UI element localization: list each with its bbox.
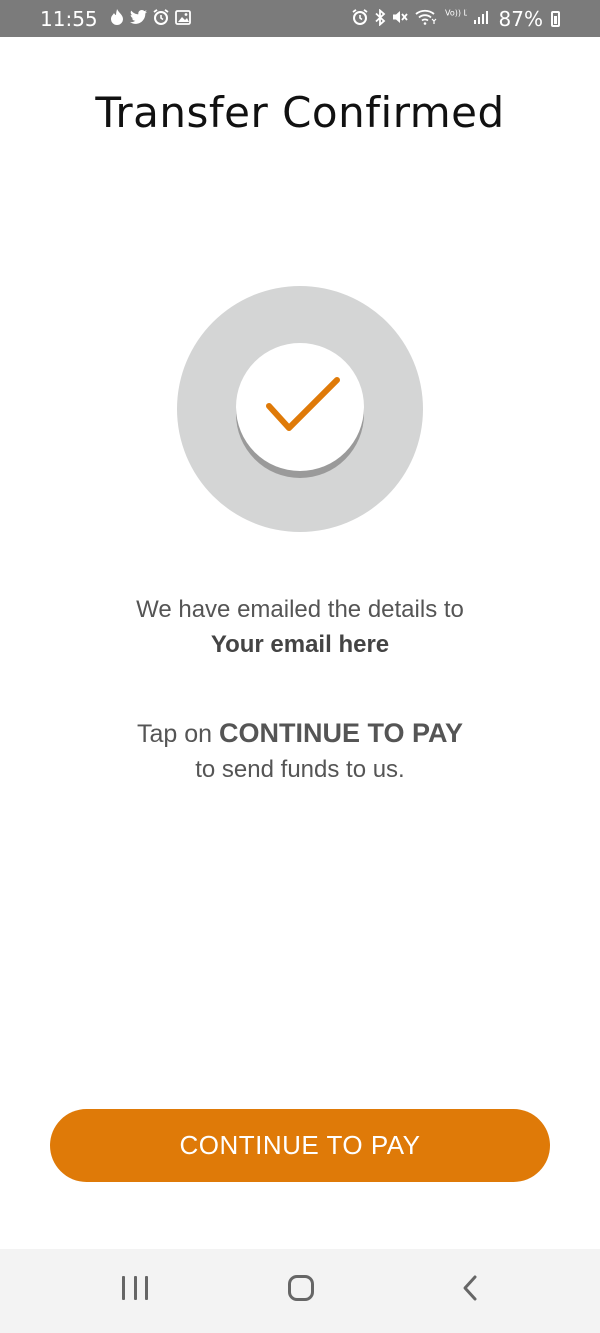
page-title: Transfer Confirmed xyxy=(95,88,505,137)
navigation-bar xyxy=(0,1249,600,1333)
wifi-icon xyxy=(414,9,437,28)
email-notice: We have emailed the details to xyxy=(136,596,464,623)
tap-instruction: Tap on CONTINUE TO PAY xyxy=(0,718,600,749)
continue-to-pay-button[interactable]: CONTINUE TO PAY xyxy=(50,1109,550,1182)
bluetooth-icon xyxy=(374,8,386,29)
tap-instruction-suffix: to send funds to us. xyxy=(195,756,405,783)
svg-text:Vo)) LTE1: Vo)) LTE1 xyxy=(445,9,467,18)
alarm-icon xyxy=(153,9,169,28)
image-icon xyxy=(174,9,191,28)
signal-icon xyxy=(473,10,489,28)
twitter-icon xyxy=(129,10,147,27)
tap-instruction-prefix: Tap on xyxy=(136,720,219,748)
home-icon[interactable] xyxy=(288,1275,314,1301)
mute-icon xyxy=(392,9,409,28)
battery-icon xyxy=(551,10,560,27)
volte-icon: Vo)) LTE1 xyxy=(443,8,482,29)
email-address: Your email here xyxy=(210,631,390,658)
status-time: 11:55 xyxy=(40,6,98,31)
status-left: 11:55 xyxy=(40,7,191,31)
alarm-icon xyxy=(352,9,368,28)
fire-icon xyxy=(110,9,124,28)
battery-percent: 87% xyxy=(498,6,543,31)
tap-instruction-action: CONTINUE TO PAY xyxy=(218,718,464,748)
status-bar: 11:55 Vo)) LTE1 87% xyxy=(0,0,600,37)
recent-apps-icon[interactable] xyxy=(122,1276,148,1300)
checkmark-icon xyxy=(266,377,340,431)
status-right: Vo)) LTE1 87% xyxy=(352,7,560,31)
back-icon[interactable] xyxy=(460,1274,480,1302)
